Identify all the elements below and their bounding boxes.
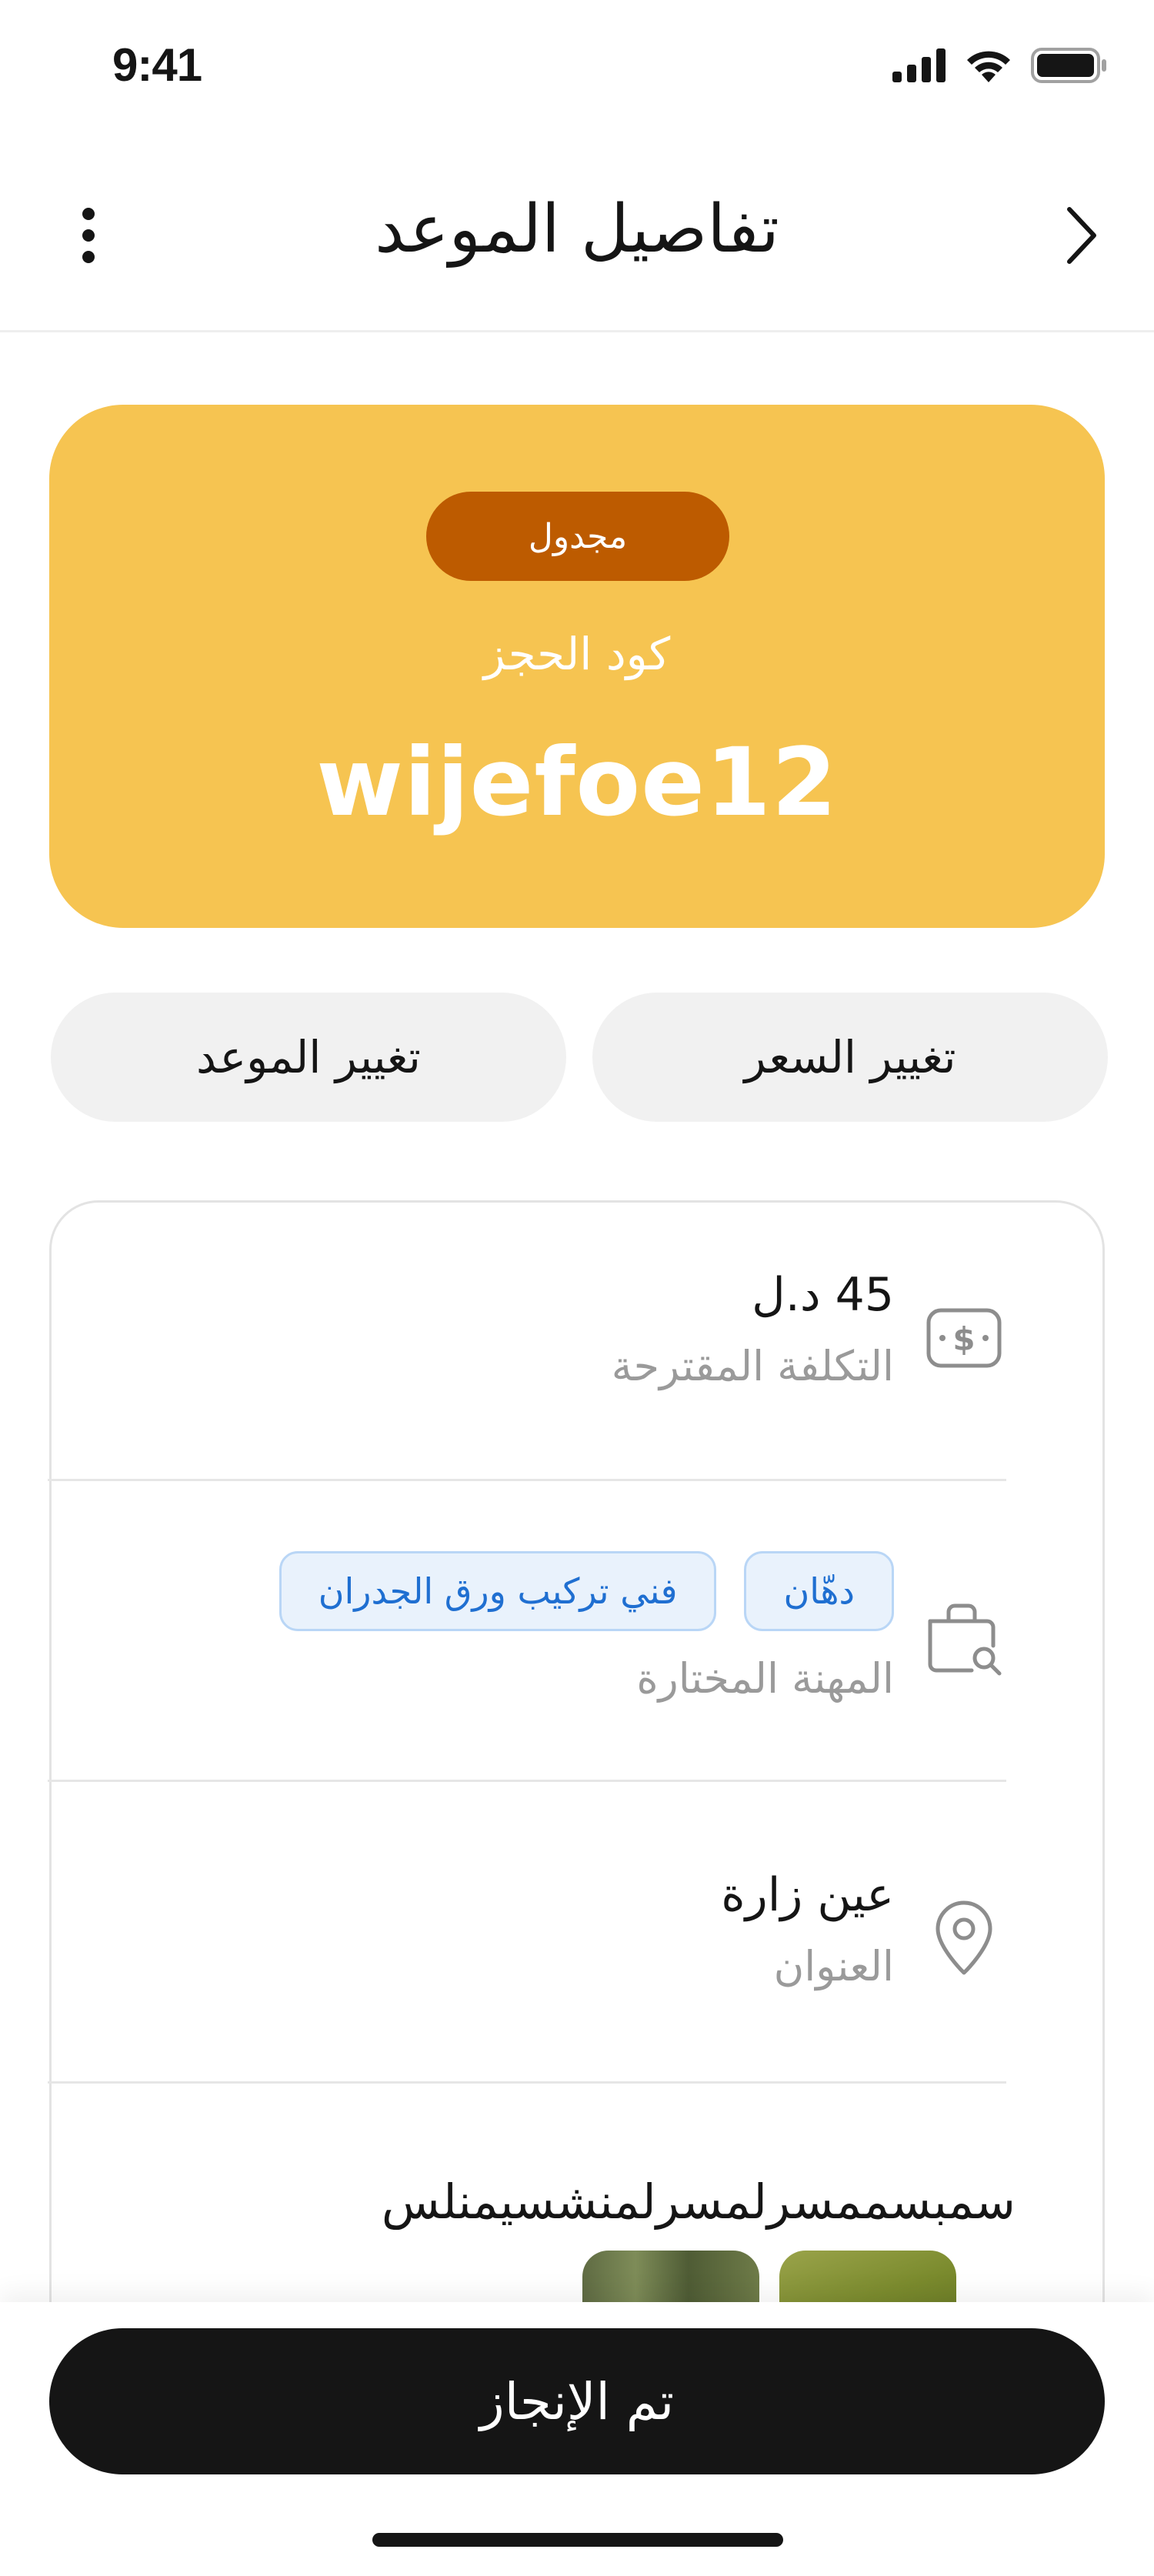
- svg-text:$: $: [952, 1320, 975, 1358]
- notes-text: سمبسممسرلمسرلمنشسيمنلس: [381, 2174, 1016, 2230]
- location-pin-icon: [922, 1896, 1006, 1980]
- app-header: تفاصيل الموعد: [0, 154, 1154, 332]
- battery-icon: [1031, 48, 1106, 83]
- cost-value: 45 د.ل: [752, 1268, 894, 1322]
- signal-icon: [892, 48, 946, 82]
- briefcase-search-icon: [922, 1596, 1006, 1680]
- divider: [48, 1780, 1006, 1782]
- chevron-right-icon: [1067, 207, 1096, 264]
- address-value: عين زارة: [721, 1868, 894, 1922]
- cost-label: التكلفة المقترحة: [611, 1342, 894, 1390]
- booking-code-label: كود الحجز: [483, 628, 671, 680]
- mark-done-button[interactable]: تم الإنجاز: [49, 2328, 1105, 2474]
- status-badge: مجدول: [426, 492, 729, 581]
- divider: [48, 2081, 1006, 2084]
- profession-tags: دهّان فني تركيب ورق الجدران: [278, 1551, 894, 1631]
- home-indicator: [372, 2533, 783, 2547]
- status-icons: [892, 48, 1108, 83]
- change-time-button[interactable]: تغيير الموعد: [51, 993, 566, 1122]
- booking-card: مجدول كود الحجز wijefoe12: [49, 405, 1105, 928]
- bottom-bar: تم الإنجاز: [0, 2302, 1154, 2576]
- profession-tag: فني تركيب ورق الجدران: [278, 1551, 717, 1631]
- wifi-icon: [967, 51, 1010, 82]
- status-time: 9:41: [112, 39, 202, 91]
- divider: [48, 1479, 1006, 1481]
- profession-label: المهنة المختارة: [636, 1654, 894, 1703]
- detail-row-address: عين زارة العنوان: [48, 1862, 1006, 2016]
- dollar-icon: $: [922, 1296, 1006, 1380]
- profession-tag: دهّان: [744, 1551, 894, 1631]
- status-bar: 9:41: [0, 0, 1154, 138]
- page-title: تفاصيل الموعد: [375, 191, 779, 268]
- change-price-button[interactable]: تغيير السعر: [592, 993, 1108, 1122]
- detail-row-cost: $ 45 د.ل التكلفة المقترحة: [48, 1262, 1006, 1416]
- booking-code: wijefoe12: [316, 728, 838, 837]
- address-label: العنوان: [773, 1942, 894, 1990]
- back-button[interactable]: [1045, 199, 1119, 272]
- detail-row-profession: دهّان فني تركيب ورق الجدران المهنة المخت…: [48, 1547, 1006, 1716]
